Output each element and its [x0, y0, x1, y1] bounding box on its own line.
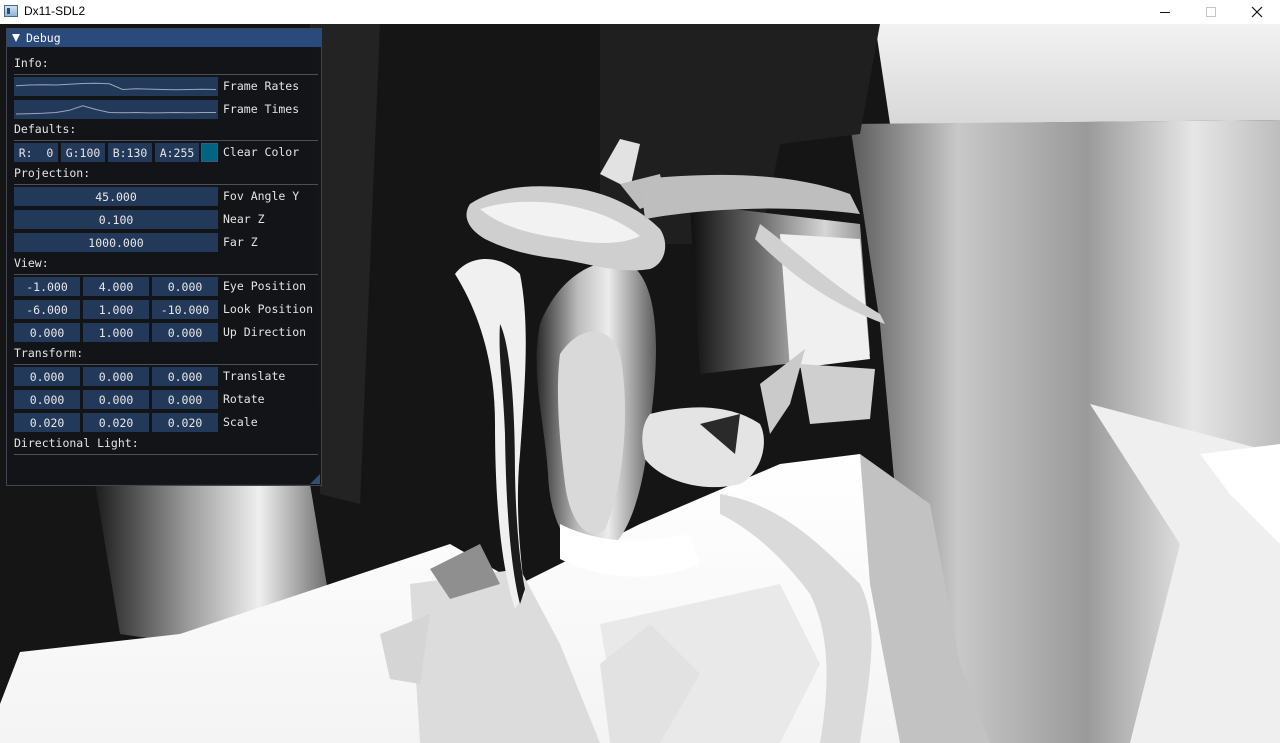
- frame-times-label: Frame Times: [223, 102, 300, 116]
- far-z-row: 1000.000 Far Z: [14, 233, 318, 252]
- section-info: Info:: [14, 56, 318, 75]
- clear-color-label: Clear Color: [223, 145, 300, 159]
- look-position-row: -6.000 1.000 -10.000 Look Position: [14, 300, 318, 319]
- clear-color-row: R: 0 G:100 B:130 A:255 Clear Color: [14, 143, 318, 162]
- up-z-field[interactable]: 0.000: [152, 323, 218, 342]
- frame-rates-plot[interactable]: [14, 77, 218, 96]
- clear-color-b-field[interactable]: B:130: [108, 143, 152, 162]
- rotate-label: Rotate: [223, 392, 265, 406]
- up-x-field[interactable]: 0.000: [14, 323, 80, 342]
- up-direction-label: Up Direction: [223, 325, 307, 339]
- clear-color-swatch[interactable]: [201, 143, 218, 162]
- section-transform: Transform:: [14, 346, 318, 365]
- far-z-field[interactable]: 1000.000: [14, 233, 218, 252]
- close-icon: [1251, 6, 1263, 18]
- rotate-x-field[interactable]: 0.000: [14, 390, 80, 409]
- frame-rates-plot-svg: [15, 82, 217, 91]
- collapse-arrow-icon[interactable]: [12, 34, 20, 42]
- translate-y-field[interactable]: 0.000: [83, 367, 149, 386]
- minimize-icon: [1160, 11, 1170, 13]
- frame-times-plot[interactable]: [14, 100, 218, 119]
- minimize-button[interactable]: [1142, 0, 1188, 24]
- frame-rates-row: Frame Rates: [14, 77, 318, 96]
- section-view: View:: [14, 256, 318, 275]
- maximize-icon: [1206, 7, 1216, 17]
- scale-z-field[interactable]: 0.020: [152, 413, 218, 432]
- rotate-y-field[interactable]: 0.000: [83, 390, 149, 409]
- near-z-label: Near Z: [223, 212, 265, 226]
- translate-z-field[interactable]: 0.000: [152, 367, 218, 386]
- look-y-field[interactable]: 1.000: [83, 300, 149, 319]
- eye-position-label: Eye Position: [223, 279, 307, 293]
- eye-z-field[interactable]: 0.000: [152, 277, 218, 296]
- scale-y-field[interactable]: 0.020: [83, 413, 149, 432]
- section-defaults: Defaults:: [14, 122, 318, 141]
- frame-times-plot-svg: [15, 105, 216, 115]
- eye-position-row: -1.000 4.000 0.000 Eye Position: [14, 277, 318, 296]
- maximize-button[interactable]: [1188, 0, 1234, 24]
- look-position-label: Look Position: [223, 302, 314, 316]
- fov-row: 45.000 Fov Angle Y: [14, 187, 318, 206]
- fov-label: Fov Angle Y: [223, 189, 300, 203]
- look-x-field[interactable]: -6.000: [14, 300, 80, 319]
- eye-x-field[interactable]: -1.000: [14, 277, 80, 296]
- eye-y-field[interactable]: 4.000: [83, 277, 149, 296]
- up-y-field[interactable]: 1.000: [83, 323, 149, 342]
- translate-row: 0.000 0.000 0.000 Translate: [14, 367, 318, 386]
- window-title: Dx11-SDL2: [24, 4, 86, 18]
- rotate-z-field[interactable]: 0.000: [152, 390, 218, 409]
- up-direction-row: 0.000 1.000 0.000 Up Direction: [14, 323, 318, 342]
- fov-field[interactable]: 45.000: [14, 187, 218, 206]
- rotate-row: 0.000 0.000 0.000 Rotate: [14, 390, 318, 409]
- scale-x-field[interactable]: 0.020: [14, 413, 80, 432]
- debug-title: Debug: [26, 31, 61, 45]
- resize-grip-icon[interactable]: [310, 474, 320, 484]
- translate-x-field[interactable]: 0.000: [14, 367, 80, 386]
- far-z-label: Far Z: [223, 235, 258, 249]
- near-z-row: 0.100 Near Z: [14, 210, 318, 229]
- frame-rates-label: Frame Rates: [223, 79, 300, 93]
- close-button[interactable]: [1234, 0, 1280, 24]
- section-projection: Projection:: [14, 166, 318, 185]
- clear-color-g-field[interactable]: G:100: [61, 143, 105, 162]
- debug-header[interactable]: Debug: [7, 29, 321, 47]
- frame-times-line: [15, 105, 216, 115]
- look-z-field[interactable]: -10.000: [152, 300, 218, 319]
- near-z-field[interactable]: 0.100: [14, 210, 218, 229]
- clear-color-a-field[interactable]: A:255: [155, 143, 199, 162]
- debug-window[interactable]: Debug Info: Frame Rates Frame Times Defa…: [6, 28, 322, 486]
- app-icon: [4, 5, 18, 17]
- clear-color-r-field[interactable]: R: 0: [14, 143, 58, 162]
- section-directional-light: Directional Light:: [14, 436, 318, 455]
- translate-label: Translate: [223, 369, 286, 383]
- scale-label: Scale: [223, 415, 258, 429]
- scale-row: 0.020 0.020 0.020 Scale: [14, 413, 318, 432]
- frame-times-row: Frame Times: [14, 100, 318, 119]
- window-titlebar: Dx11-SDL2: [0, 0, 1280, 24]
- frame-rates-line: [15, 82, 217, 91]
